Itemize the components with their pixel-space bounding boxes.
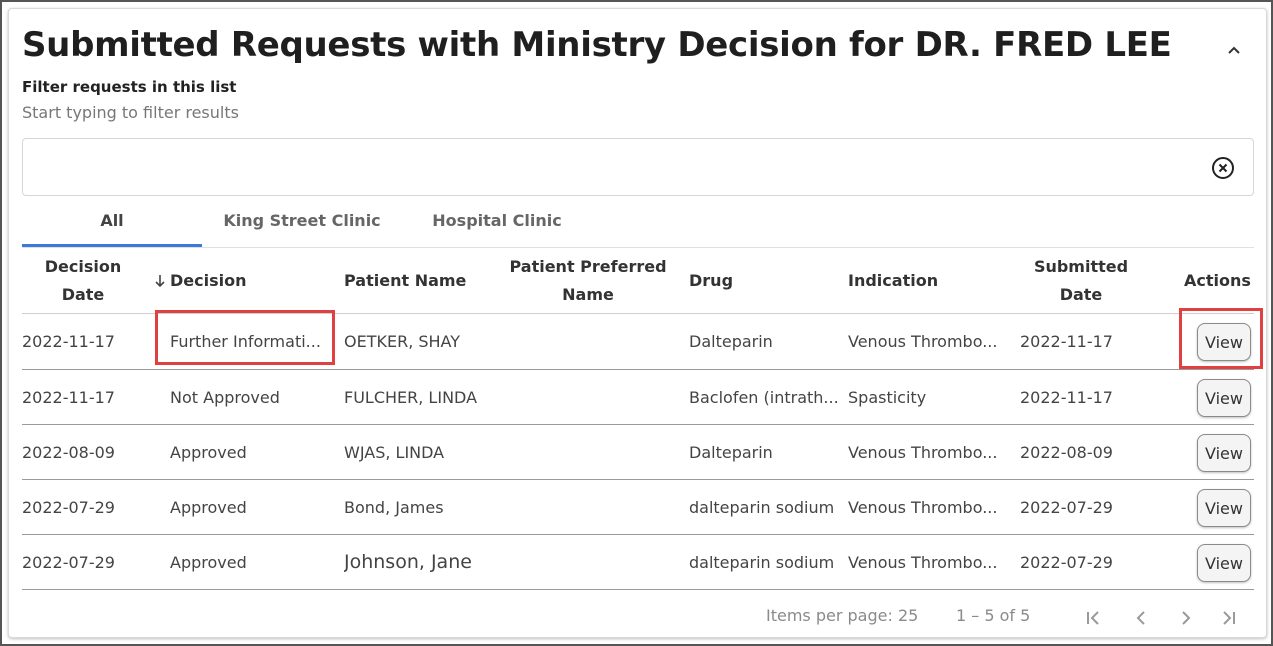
col-drug[interactable]: Drug: [689, 249, 839, 313]
filter-label: Filter requests in this list: [22, 78, 237, 96]
table-row: 2022-11-17 Further Informati... OETKER, …: [22, 314, 1254, 370]
cell-patient-name: FULCHER, LINDA: [344, 387, 478, 407]
cell-decision-date: 2022-07-29: [22, 552, 115, 572]
cell-patient-name: Johnson, Jane: [344, 551, 472, 573]
cell-patient-name: WJAS, LINDA: [344, 442, 445, 462]
cell-drug: Dalteparin: [689, 332, 773, 351]
cell-submitted-date: 2022-08-09: [1020, 442, 1113, 462]
col-patient-name[interactable]: Patient Name: [344, 249, 504, 313]
first-page-icon: [1087, 611, 1099, 625]
table-row: 2022-11-17 Not Approved FULCHER, LINDA B…: [22, 370, 1254, 425]
cell-patient-name: Bond, James: [344, 497, 444, 517]
col-actions: Actions: [1184, 271, 1251, 290]
filter-hint: Start typing to filter results: [22, 103, 239, 122]
tab-hospital-clinic[interactable]: Hospital Clinic: [402, 199, 592, 247]
cell-decision: Not Approved: [170, 387, 280, 407]
table-row: 2022-08-09 Approved WJAS, LINDA Daltepar…: [22, 425, 1254, 480]
view-button[interactable]: View: [1197, 489, 1251, 527]
cell-submitted-date: 2022-11-17: [1020, 332, 1113, 351]
cell-decision-date: 2022-11-17: [22, 332, 115, 351]
col-submitted-date[interactable]: Submitted Date: [1026, 249, 1136, 313]
chevron-right-icon: [1182, 611, 1191, 625]
paginator: Items per page: 25 1 – 5 of 5: [22, 594, 1254, 638]
table-row: 2022-07-29 Approved Johnson, Jane daltep…: [22, 535, 1254, 590]
cell-drug: dalteparin sodium: [689, 497, 835, 517]
cell-decision: Approved: [170, 552, 247, 572]
cell-drug: Dalteparin: [689, 442, 773, 462]
cell-drug: dalteparin sodium: [689, 552, 835, 572]
cell-indication: Spasticity: [848, 387, 927, 407]
cell-decision-date: 2022-07-29: [22, 497, 115, 517]
arrow-down-icon: [155, 275, 165, 288]
cell-indication: Venous Thrombo...: [848, 497, 998, 517]
items-per-page[interactable]: Items per page: 25: [766, 606, 918, 625]
prev-page-button[interactable]: [1129, 606, 1153, 630]
cell-drug: Baclofen (intrath...: [689, 387, 839, 407]
col-preferred-name[interactable]: Patient Preferred Name: [506, 249, 670, 313]
col-indication[interactable]: Indication: [848, 249, 998, 313]
requests-card: Submitted Requests with Ministry Decisio…: [8, 8, 1267, 638]
cell-preferred-name: [517, 480, 677, 534]
cell-decision: Further Informati...: [170, 332, 321, 351]
tab-king-street-clinic[interactable]: King Street Clinic: [202, 199, 402, 247]
clear-circle-icon: [1212, 157, 1234, 179]
filter-input[interactable]: [33, 149, 1197, 187]
cell-patient-name: OETKER, SHAY: [344, 332, 461, 351]
clear-filter-button[interactable]: [1210, 155, 1236, 181]
cell-decision-date: 2022-08-09: [22, 442, 115, 462]
cell-submitted-date: 2022-07-29: [1020, 497, 1113, 517]
col-decision-date[interactable]: Decision Date: [32, 249, 134, 313]
view-button[interactable]: View: [1197, 544, 1251, 582]
cell-indication: Venous Thrombo...: [848, 442, 998, 462]
last-page-icon: [1223, 611, 1235, 625]
collapse-button[interactable]: [1223, 39, 1245, 61]
cell-submitted-date: 2022-11-17: [1020, 387, 1113, 407]
cell-preferred-name: [517, 314, 677, 369]
cell-preferred-name: [517, 535, 677, 589]
cell-decision-date: 2022-11-17: [22, 387, 115, 407]
table-header: Decision Date Decision Patient Name Pati…: [22, 249, 1254, 314]
requests-table: Decision Date Decision Patient Name Pati…: [22, 249, 1254, 590]
first-page-button[interactable]: [1081, 606, 1105, 630]
last-page-button[interactable]: [1217, 606, 1241, 630]
col-decision-label: Decision: [170, 271, 247, 290]
cell-preferred-name: [517, 370, 677, 424]
cell-indication: Venous Thrombo...: [848, 552, 998, 572]
screenshot-frame: Submitted Requests with Ministry Decisio…: [0, 0, 1273, 646]
view-button[interactable]: View: [1197, 323, 1251, 361]
page-range: 1 – 5 of 5: [956, 606, 1031, 625]
cell-preferred-name: [517, 425, 677, 479]
col-decision[interactable]: Decision: [154, 249, 304, 313]
table-row: 2022-07-29 Approved Bond, James daltepar…: [22, 480, 1254, 535]
cell-decision: Approved: [170, 497, 247, 517]
view-button[interactable]: View: [1197, 379, 1251, 417]
cell-indication: Venous Thrombo...: [848, 332, 998, 351]
chevron-left-icon: [1136, 611, 1145, 625]
cell-decision: Approved: [170, 442, 247, 462]
cell-submitted-date: 2022-07-29: [1020, 552, 1113, 572]
tab-all[interactable]: All: [22, 199, 202, 247]
next-page-button[interactable]: [1174, 606, 1198, 630]
chevron-up-icon: [1228, 46, 1240, 54]
filter-field[interactable]: [22, 138, 1254, 196]
view-button[interactable]: View: [1197, 434, 1251, 472]
page-title: Submitted Requests with Ministry Decisio…: [22, 25, 1172, 65]
clinic-tabs: All King Street Clinic Hospital Clinic: [22, 199, 1254, 248]
